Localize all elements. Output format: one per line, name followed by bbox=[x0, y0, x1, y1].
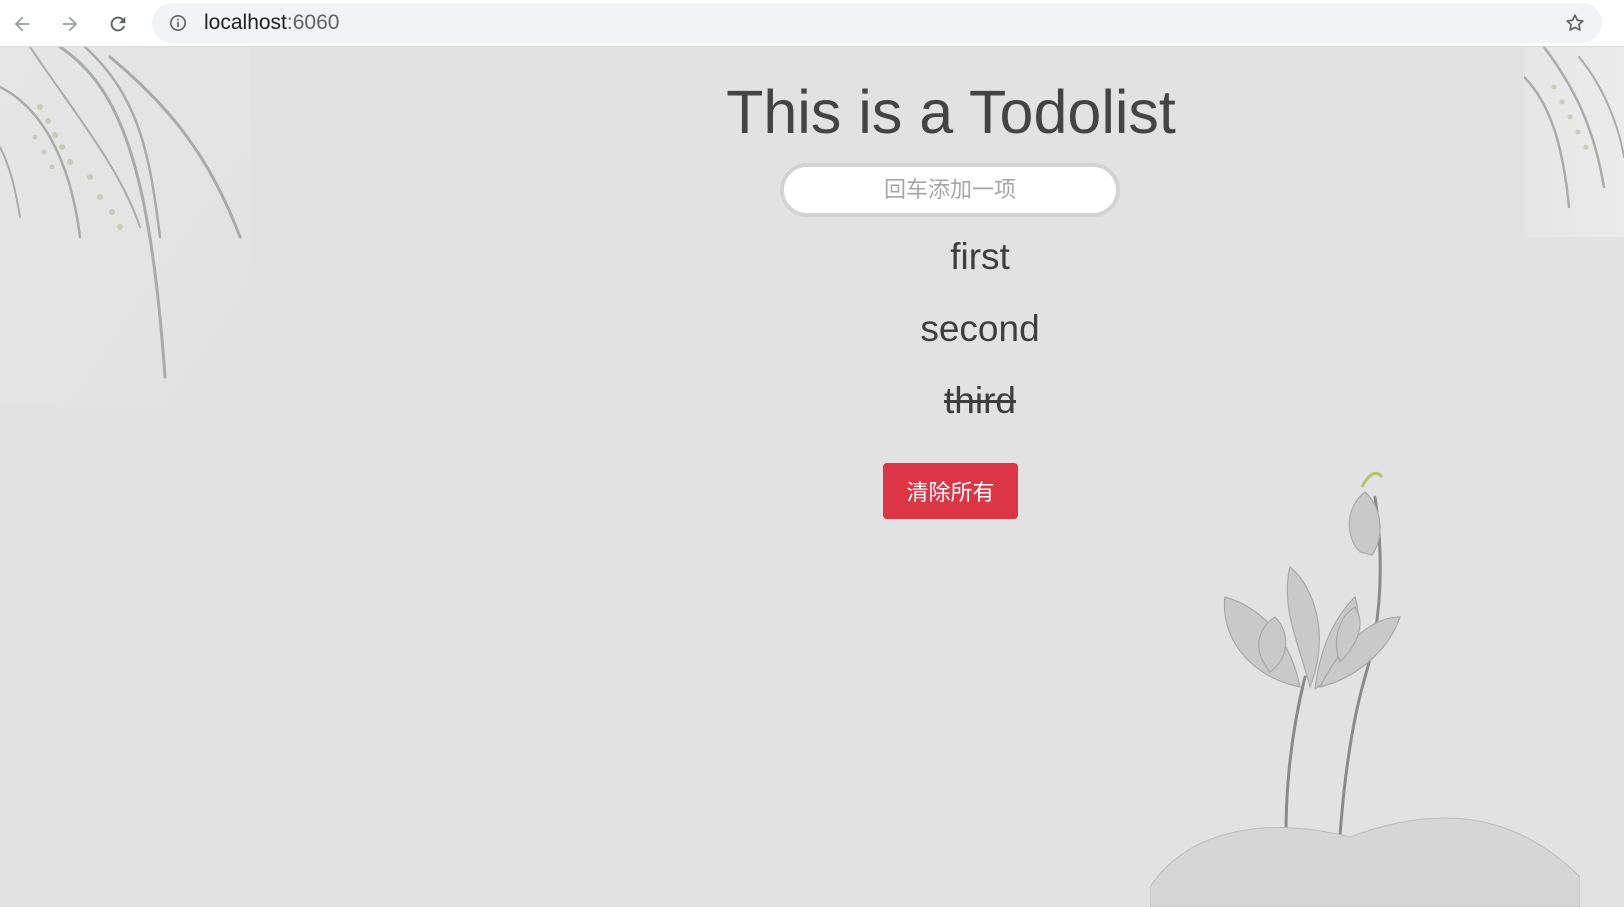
todo-item-first[interactable]: first bbox=[780, 235, 1180, 307]
todo-list: first second third bbox=[780, 235, 1180, 451]
bookmark-star-icon[interactable] bbox=[1564, 12, 1586, 34]
site-info-icon[interactable] bbox=[169, 14, 187, 32]
page-body: This is a Todolist first second third 清除… bbox=[0, 47, 1624, 907]
lotus-decoration bbox=[1150, 471, 1580, 907]
forward-arrow-icon[interactable] bbox=[52, 6, 88, 42]
url-port: :6060 bbox=[286, 11, 340, 34]
url-host: localhost bbox=[204, 11, 287, 34]
new-todo-input[interactable] bbox=[780, 163, 1120, 217]
reload-icon[interactable] bbox=[100, 6, 136, 42]
address-bar[interactable]: localhost:6060 bbox=[152, 3, 1602, 43]
todo-item-third[interactable]: third bbox=[780, 379, 1180, 451]
browser-toolbar: localhost:6060 bbox=[0, 0, 1624, 47]
url-text[interactable]: localhost:6060 bbox=[204, 12, 339, 34]
back-arrow-icon[interactable] bbox=[4, 6, 40, 42]
page-title: This is a Todolist bbox=[726, 78, 1176, 146]
clear-all-button[interactable]: 清除所有 bbox=[883, 463, 1018, 519]
todo-item-second[interactable]: second bbox=[780, 307, 1180, 379]
